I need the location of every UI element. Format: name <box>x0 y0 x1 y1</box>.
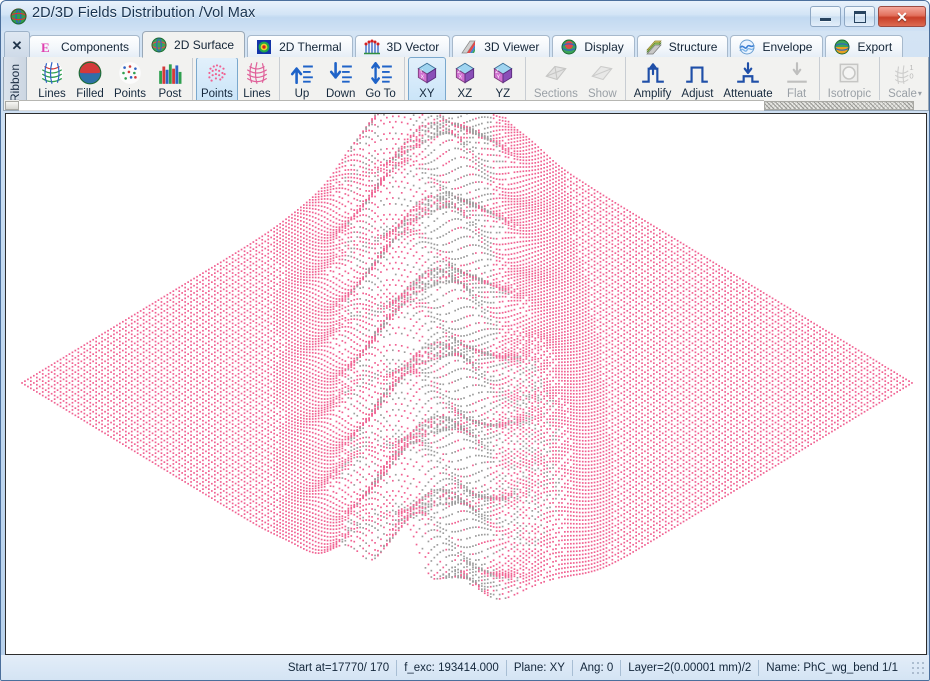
mesh-lines-icon <box>38 60 66 86</box>
close-icon: ✕ <box>896 10 908 24</box>
sections-icon <box>542 60 570 86</box>
field-distribution-plot <box>6 114 926 654</box>
fields-sphere-icon <box>10 8 27 25</box>
arrow-up-list-icon <box>288 60 316 86</box>
vector-field-icon <box>364 39 380 55</box>
envelope-wave-icon <box>739 39 755 55</box>
tab-3d-viewer[interactable]: 3D Viewer <box>452 35 550 58</box>
status-layer: Layer=2(0.00001 mm)/2 <box>620 660 758 676</box>
tab-export[interactable]: Export <box>825 35 903 58</box>
status-angle: Ang: 0 <box>572 660 620 676</box>
structure-layers-icon <box>646 39 662 55</box>
svg-text:X: X <box>458 74 462 80</box>
tab-2d-thermal[interactable]: 2D Thermal <box>247 35 352 58</box>
status-name: Name: PhC_wg_bend 1/1 <box>758 660 905 676</box>
close-tabset-button[interactable]: ✕ <box>4 31 30 59</box>
arrow-updown-list-icon <box>367 60 395 86</box>
thermal-square-icon <box>256 39 272 55</box>
title-bar: 2D/3D Fields Distribution /Vol Max ✕ <box>1 1 930 31</box>
tab-label: 3D Vector <box>387 40 440 54</box>
components-e-icon: E <box>38 39 54 55</box>
tab-strip: ✕ E Components 2D Surface 2D Thermal 3D … <box>1 31 930 58</box>
tab-label: Components <box>61 40 129 54</box>
status-bar: Start at=17770/ 170 f_exc: 193414.000 Pl… <box>1 655 930 680</box>
chevron-down-icon: ▾ <box>918 89 922 98</box>
status-plane: Plane: XY <box>506 660 572 676</box>
post-bars-icon <box>156 60 184 86</box>
maximize-button[interactable] <box>844 6 875 27</box>
tab-label: Structure <box>669 40 718 54</box>
tab-3d-vector[interactable]: 3D Vector <box>355 35 451 58</box>
ribbon-scroll-thumb[interactable] <box>764 101 914 110</box>
resize-grip[interactable] <box>911 661 925 675</box>
tab-components[interactable]: E Components <box>29 35 140 58</box>
cube-xz-icon: Z X <box>451 60 479 86</box>
export-sphere-icon <box>834 39 850 55</box>
surface-mesh-icon <box>151 37 167 53</box>
tab-label: Display <box>584 40 623 54</box>
tab-label: Export <box>857 40 892 54</box>
mesh-filled-icon <box>76 60 104 86</box>
svg-text:0: 0 <box>909 71 913 80</box>
attenuate-pulse-icon <box>734 60 762 86</box>
tab-envelope[interactable]: Envelope <box>730 35 823 58</box>
arrow-down-list-icon <box>327 60 355 86</box>
cube-xy-icon: Y X <box>413 60 441 86</box>
scale-label: Scale <box>888 88 917 100</box>
svg-text:E: E <box>41 40 50 55</box>
plot-canvas[interactable] <box>5 113 927 655</box>
minimize-icon <box>820 18 831 21</box>
flat-pulse-icon <box>783 60 811 86</box>
pink-lines-icon <box>243 60 271 86</box>
tab-label: 2D Thermal <box>279 40 341 54</box>
scale-label-wrap: Scale▾ <box>888 87 922 101</box>
status-f-exc: f_exc: 193414.000 <box>396 660 506 676</box>
close-button[interactable]: ✕ <box>878 6 926 27</box>
tab-label: Envelope <box>762 40 812 54</box>
ribbon-scroll-track[interactable] <box>19 100 764 111</box>
tab-label: 2D Surface <box>174 38 234 52</box>
svg-text:Y: Y <box>496 74 500 80</box>
ribbon-scrollbar[interactable] <box>3 100 929 111</box>
tab-list: E Components 2D Surface 2D Thermal 3D Ve… <box>29 31 905 58</box>
ribbon-scroll-left-button[interactable] <box>5 101 19 110</box>
tab-display[interactable]: Display <box>552 35 634 58</box>
adjust-pulse-icon <box>683 60 711 86</box>
status-start-at: Start at=17770/ 170 <box>281 660 396 676</box>
svg-text:X: X <box>420 74 424 80</box>
tab-label: 3D Viewer <box>484 40 539 54</box>
tab-structure[interactable]: Structure <box>637 35 729 58</box>
isotropic-label: Isotropic <box>828 87 871 101</box>
scale-10-icon: 1 0 <box>891 60 919 86</box>
isotropic-circle-icon <box>835 60 863 86</box>
flat-label: Flat <box>787 87 806 101</box>
viewer-prism-icon <box>461 39 477 55</box>
maximize-icon <box>854 11 866 23</box>
svg-text:1: 1 <box>909 63 913 72</box>
display-sphere-icon <box>561 39 577 55</box>
pink-points-icon <box>203 60 231 86</box>
cube-yz-icon: Z Y <box>489 60 517 86</box>
ribbon-label-text: Ribbon <box>8 63 22 101</box>
mesh-points-icon <box>116 60 144 86</box>
window-controls: ✕ <box>810 6 926 27</box>
application-window: 2D/3D Fields Distribution /Vol Max ✕ ✕ E… <box>0 0 930 681</box>
show-icon <box>588 60 616 86</box>
amplify-pulse-icon <box>639 60 667 86</box>
window-title: 2D/3D Fields Distribution /Vol Max <box>32 5 255 21</box>
tab-2d-surface[interactable]: 2D Surface <box>142 31 245 58</box>
minimize-button[interactable] <box>810 6 841 27</box>
